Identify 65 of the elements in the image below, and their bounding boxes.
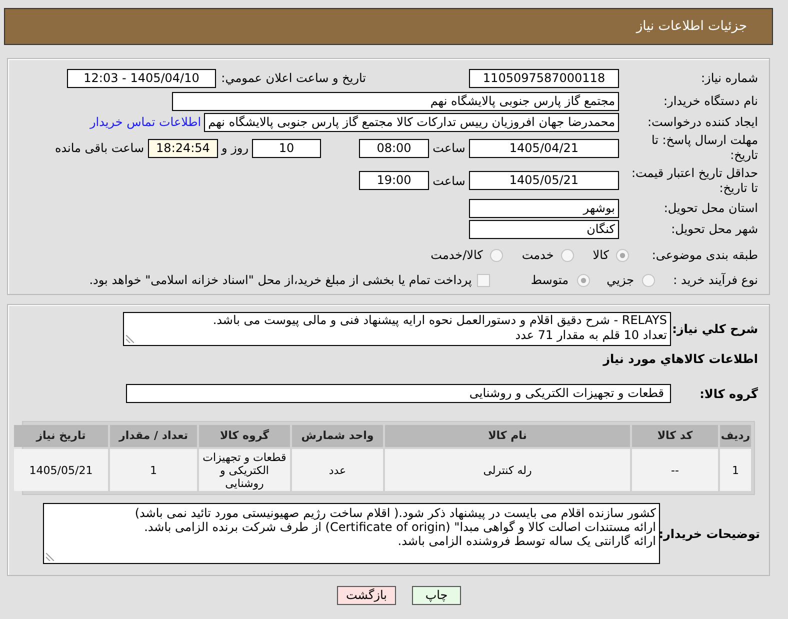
field-label: مهلت ارسال پاسخ: تا تاریخ:: [650, 133, 758, 163]
buyer-notes-field[interactable]: کشور سازنده اقلام می بایست در پیشنهاد ذکر شود.( اقلام ساخت رژیم صهیونیستی مورد تائید نمی باشد) ارائه مستندات اصالت کالا و گواهی مبدا" (Certificate of origin) از طرف شرکت برنده الزامی باشد. ارائه گارانتی یک ساله توسط فروشنده الزامی باشد.: [43, 503, 660, 564]
field-label: طبقه بندی موضوعی:: [650, 247, 758, 264]
city-field[interactable]: کنگان: [469, 220, 619, 238]
description-field[interactable]: RELAYS - شرح دقیق اقلام و دستورالعمل نحوه ارایه پیشنهاد فنی و مالی پیوست می باشد. تعداد 10 قلم به مقدار 71 عدد: [123, 312, 671, 346]
province-field[interactable]: بوشهر: [469, 198, 619, 218]
table-cell: عدد: [292, 449, 383, 491]
time-label: ساعت: [432, 172, 466, 190]
field-label: ایجاد کننده درخواست:: [646, 114, 758, 131]
field-label: شرح کلي نياز:: [671, 321, 758, 338]
goods-group-field[interactable]: قطعات و تجهیزات الکتریکی و روشنایی: [126, 384, 671, 403]
table-cell: 1: [720, 449, 751, 491]
radio-icon[interactable]: [576, 274, 590, 286]
radio-icon[interactable]: [560, 248, 574, 262]
field-label: شهر محل تحویل:: [670, 221, 758, 238]
column-header: تاریخ نیاز: [14, 425, 108, 447]
remaining-time-field[interactable]: 18:24:54: [148, 138, 218, 158]
radio-icon[interactable]: [490, 248, 503, 262]
field-label: تاریخ و ساعت اعلان عمومي:: [220, 70, 366, 87]
field-label: حداقل تاریخ اعتبار قیمت: تا تاریخ:: [630, 166, 758, 196]
field-label: گروه کالا:: [698, 386, 758, 402]
resize-grip-icon[interactable]: [126, 335, 134, 343]
validity-date-field[interactable]: 1405/05/21: [469, 171, 619, 190]
column-header: نام کالا: [385, 425, 630, 447]
table-cell: 1: [110, 449, 197, 491]
column-header: واحد شمارش: [292, 425, 383, 447]
table-cell: 1405/05/21: [14, 449, 108, 491]
treasury-checkbox[interactable]: پرداخت تمام یا بخشی از مبلغ خرید،از محل "اسناد خزانه اسلامی" خواهد بود.: [89, 271, 490, 289]
back-button[interactable]: بازگشت: [337, 586, 396, 605]
purchase-type-option[interactable]: جزيي: [606, 271, 655, 289]
purchase-type-option[interactable]: متوسط: [530, 271, 590, 289]
buyer-org-field[interactable]: مجتمع گاز پارس جنوبی پالایشگاه نهم: [172, 92, 619, 110]
checkbox-icon[interactable]: [476, 274, 490, 286]
field-label: استان محل تحویل:: [662, 200, 758, 217]
days-field[interactable]: 10: [252, 138, 321, 158]
radio-icon[interactable]: [642, 274, 655, 286]
field-label: توضیحات خریدار:: [660, 526, 760, 542]
days-label: روز و: [220, 140, 250, 157]
resize-grip-icon[interactable]: [46, 553, 54, 561]
table-cell: رله کنترلی: [385, 449, 630, 491]
page-title: جزئیات اطلاعات نیاز: [636, 18, 747, 36]
announce-datetime-field[interactable]: 1405/04/10 - 12:03: [67, 68, 216, 88]
time-label: ساعت: [432, 140, 466, 157]
section-title: اطلاعات کالاهاي مورد نياز: [603, 352, 758, 367]
column-header: کد کالا: [632, 425, 718, 447]
contact-link[interactable]: اطلاعات تماس خریدار: [90, 113, 202, 131]
radio-icon[interactable]: [616, 248, 629, 262]
field-label: شماره نیاز:: [700, 70, 758, 87]
column-header: ردیف: [720, 425, 751, 447]
print-button[interactable]: چاپ: [412, 586, 461, 605]
validity-time-field[interactable]: 19:00: [359, 171, 429, 190]
category-option[interactable]: کالا/خدمت: [430, 246, 503, 264]
need-number-field[interactable]: 1105097587000118: [469, 68, 619, 88]
category-option[interactable]: کالا: [592, 246, 629, 264]
field-label: نام دستگاه خریدار:: [662, 93, 758, 110]
column-header: گروه کالا: [199, 425, 290, 447]
remaining-label: ساعت باقی مانده: [54, 140, 144, 157]
table-cell: قطعات و تجهیزات الکتریکی و روشنایی: [199, 449, 290, 491]
deadline-date-field[interactable]: 1405/04/21: [469, 138, 619, 158]
column-header: تعداد / مقدار: [110, 425, 197, 447]
requester-field[interactable]: محمدرضا جهان افروزیان رییس تدارکات کالا مجتمع گاز پارس جنوبی پالایشگاه نهم: [204, 112, 619, 132]
category-option[interactable]: خدمت: [522, 246, 574, 264]
field-label: نوع فرآیند خرید :: [672, 272, 758, 289]
table-cell: --: [632, 449, 718, 491]
deadline-time-field[interactable]: 08:00: [359, 138, 429, 158]
